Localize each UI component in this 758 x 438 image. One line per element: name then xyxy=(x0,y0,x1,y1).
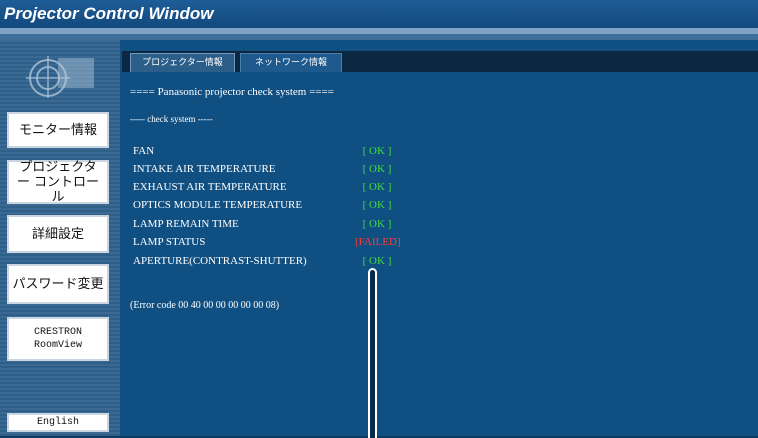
tab-network-info[interactable]: ネットワーク情報 xyxy=(240,53,342,72)
error-code: (Error code 00 40 00 00 00 00 00 08) xyxy=(130,300,280,311)
row-status-aperture: [ OK ] xyxy=(362,255,392,267)
row-status-lamp-status: [FAILED] xyxy=(355,236,401,248)
row-label-optics-module-temperature: OPTICS MODULE TEMPERATURE xyxy=(133,199,303,211)
row-label-lamp-remain-time: LAMP REMAIN TIME xyxy=(133,218,239,230)
row-status-exhaust-air-temperature: [ OK ] xyxy=(362,181,392,193)
callout-pointer xyxy=(368,268,377,438)
row-label-lamp-status: LAMP STATUS xyxy=(133,236,206,248)
row-label-fan: FAN xyxy=(133,145,155,157)
row-status-lamp-remain-time: [ OK ] xyxy=(362,218,392,230)
window-title: Projector Control Window xyxy=(0,0,758,28)
change-password-button[interactable]: パスワード変更 xyxy=(7,264,109,304)
projector-logo-icon xyxy=(26,56,94,98)
row-status-intake-air-temperature: [ OK ] xyxy=(362,163,392,175)
row-label-intake-air-temperature: INTAKE AIR TEMPERATURE xyxy=(133,163,276,175)
english-button[interactable]: English xyxy=(7,413,109,432)
monitor-info-button[interactable]: モニター情報 xyxy=(7,112,109,148)
detailed-settings-button[interactable]: 詳細設定 xyxy=(7,215,109,253)
check-system-subheader: ----- check system ----- xyxy=(130,114,213,124)
row-label-aperture: APERTURE(CONTRAST-SHUTTER) xyxy=(133,255,307,267)
main-panel xyxy=(120,40,758,436)
row-label-exhaust-air-temperature: EXHAUST AIR TEMPERATURE xyxy=(133,181,287,193)
check-system-header: ==== Panasonic projector check system ==… xyxy=(130,86,334,98)
crestron-roomview-button[interactable]: CRESTRON RoomView xyxy=(7,317,109,361)
row-status-fan: [ OK ] xyxy=(362,145,392,157)
row-status-optics-module-temperature: [ OK ] xyxy=(362,199,392,211)
projector-control-button[interactable]: プロジェクター コントロール xyxy=(7,160,109,205)
tab-projector-info[interactable]: プロジェクター情報 xyxy=(130,53,235,72)
